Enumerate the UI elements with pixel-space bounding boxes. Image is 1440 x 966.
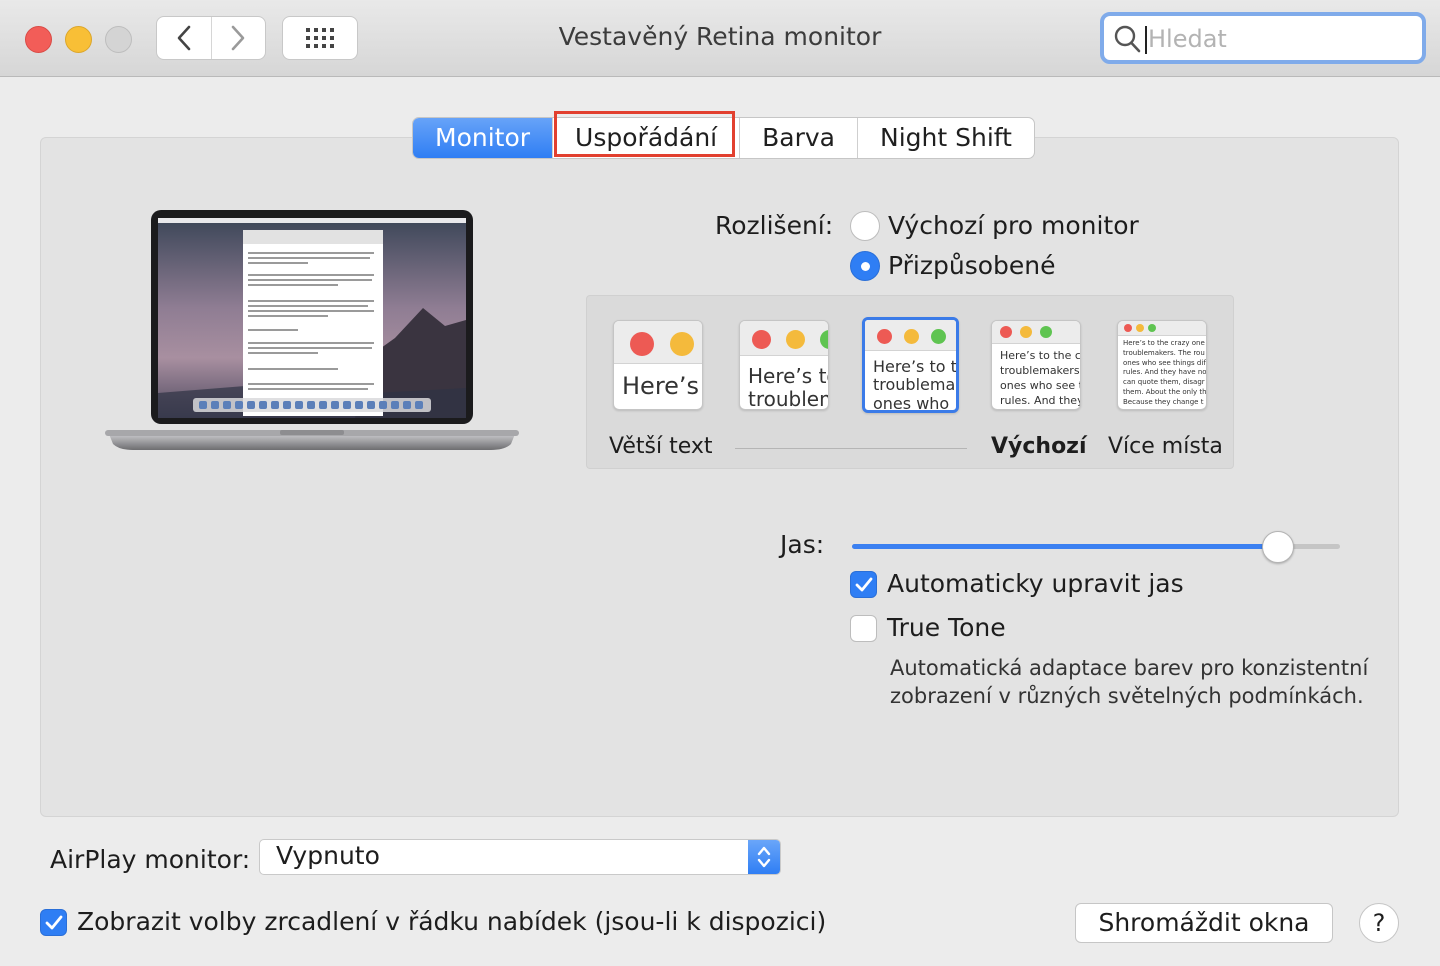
checkmark-icon: [855, 577, 872, 591]
help-button[interactable]: ?: [1359, 903, 1399, 943]
scale-preview-text: Here’s to t troublema ones who: [873, 357, 957, 413]
brightness-slider-knob[interactable]: [1261, 531, 1294, 563]
search-icon: [1114, 25, 1141, 53]
mirroring-checkbox[interactable]: [40, 909, 67, 936]
true-tone-description-line1: Automatická adaptace barev pro konzisten…: [890, 656, 1369, 680]
radio-scaled-label[interactable]: Přizpůsobené: [888, 251, 1056, 280]
scale-label-default: Výchozí: [991, 434, 1087, 459]
scale-option-larger-text[interactable]: Here’s: [613, 320, 703, 410]
mirroring-label[interactable]: Zobrazit volby zrcadlení v řádku nabídek…: [77, 907, 826, 936]
airplay-popup[interactable]: Vypnuto: [259, 839, 781, 875]
brightness-label: Jas:: [780, 530, 825, 559]
scale-option-2[interactable]: Here’s to troublem: [739, 320, 829, 410]
brightness-slider-fill: [852, 544, 1277, 549]
radio-default-for-display[interactable]: [850, 211, 880, 241]
true-tone-label[interactable]: True Tone: [887, 613, 1006, 642]
scale-label-more-space: Více místa: [1108, 434, 1223, 459]
true-tone-description-line2: zobrazení v různých světelných podmínkác…: [890, 684, 1364, 708]
scale-options-box: Here’s Here’s to troublem Here’s to t tr…: [586, 295, 1234, 469]
scale-preview-text: Here’s: [622, 372, 700, 400]
airplay-label: AirPlay monitor:: [50, 845, 251, 874]
tab-night-shift[interactable]: Night Shift: [857, 118, 1034, 158]
airplay-value: Vypnuto: [276, 841, 380, 870]
scale-option-4[interactable]: Here’s to the cr troublemakers. ones who…: [991, 320, 1081, 410]
tab-monitor[interactable]: Monitor: [413, 118, 553, 158]
scale-preview-text: Here’s to troublem: [748, 364, 828, 410]
resolution-label: Rozlišení:: [715, 211, 834, 240]
gather-windows-button[interactable]: Shromáždit okna: [1075, 903, 1333, 943]
search-field[interactable]: Hledat: [1100, 12, 1426, 64]
text-cursor: [1145, 26, 1147, 54]
scale-divider: [735, 448, 967, 449]
tab-color[interactable]: Barva: [739, 118, 857, 158]
scale-label-larger-text: Větší text: [609, 434, 713, 459]
true-tone-checkbox[interactable]: [850, 615, 877, 642]
scale-option-more-space[interactable]: Here’s to the crazy one troublemakers. T…: [1117, 320, 1207, 410]
radio-default-label[interactable]: Výchozí pro monitor: [888, 211, 1139, 240]
scale-preview-text: Here’s to the crazy one troublemakers. T…: [1123, 339, 1207, 406]
title-bar: Vestavěný Retina monitor Hledat: [0, 0, 1440, 77]
radio-scaled[interactable]: [850, 251, 880, 281]
macbook-image: [105, 210, 519, 450]
scale-preview-text: Here’s to the cr troublemakers. ones who…: [1000, 349, 1081, 407]
search-placeholder: Hledat: [1148, 25, 1227, 53]
auto-brightness-checkbox[interactable]: [850, 571, 877, 598]
checkmark-icon: [45, 915, 62, 929]
scale-option-default[interactable]: Here’s to t troublema ones who: [862, 317, 959, 413]
popup-arrows-icon: [748, 840, 780, 874]
auto-brightness-label[interactable]: Automaticky upravit jas: [887, 569, 1184, 598]
highlight-box: [554, 111, 735, 157]
